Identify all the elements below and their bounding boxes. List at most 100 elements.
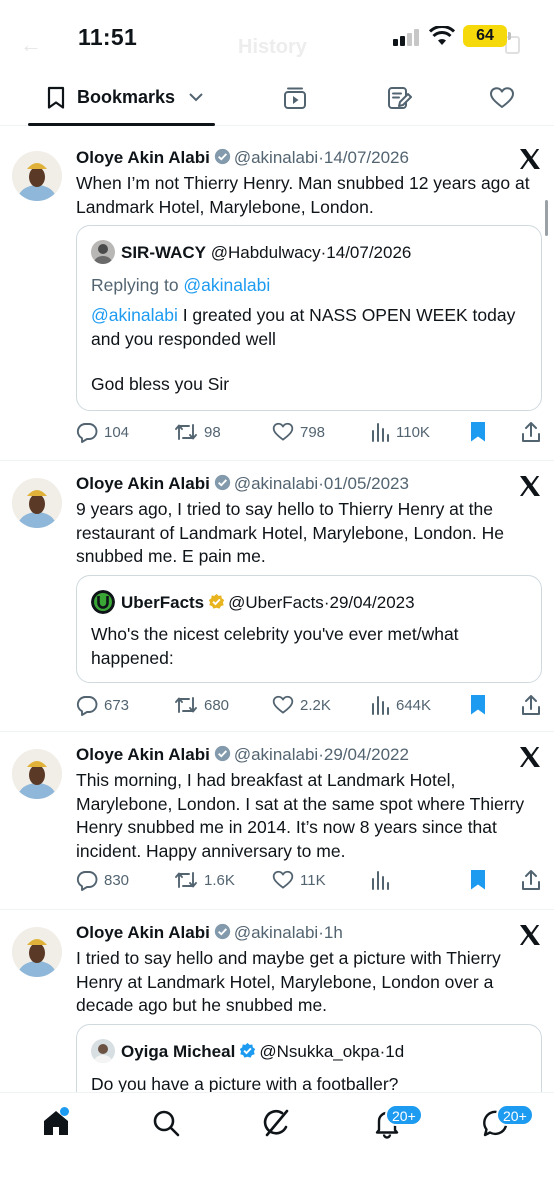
tweet-actions: 104 98 798 110K <box>76 419 546 445</box>
tweet[interactable]: Oloye Akin Alabi @akinalabi·29/04/2022 Th… <box>0 732 554 910</box>
quoted-tweet[interactable]: SIR-WACY @Habdulwacy·14/07/2026 Replying… <box>76 225 542 411</box>
tweet[interactable]: Oloye Akin Alabi @akinalabi·01/05/2023 9 … <box>0 461 554 732</box>
quote-header: Oyiga Micheal @Nsukka_okpa·1d <box>91 1039 404 1063</box>
battery-indicator: 64 <box>463 25 507 47</box>
quote-header: UberFacts @UberFacts·29/04/2023 <box>91 590 415 614</box>
quote-text: @akinalabi I greated you at NASS OPEN WE… <box>91 304 531 351</box>
author-handle[interactable]: @akinalabi <box>234 745 318 764</box>
repost-button[interactable]: 1.6K <box>174 867 235 893</box>
quote-date: 29/04/2023 <box>329 593 415 612</box>
author-name[interactable]: Oloye Akin Alabi <box>76 474 210 493</box>
like-count: 11K <box>300 871 326 889</box>
reply-count: 673 <box>104 696 130 714</box>
mention-link[interactable]: @akinalabi <box>91 305 178 325</box>
verified-gray-icon <box>214 923 230 940</box>
quote-author-handle: @UberFacts <box>228 593 324 612</box>
reply-button[interactable]: 830 <box>76 867 129 893</box>
tab-bookmarks[interactable]: Bookmarks <box>28 70 215 126</box>
tweet-date[interactable]: 29/04/2022 <box>324 745 409 764</box>
like-button[interactable]: 11K <box>272 867 326 893</box>
reply-icon <box>76 423 98 443</box>
tab-notes-icon[interactable] <box>386 85 412 111</box>
views-icon <box>372 696 389 715</box>
author-handle[interactable]: @akinalabi <box>234 474 318 493</box>
scrollbar[interactable] <box>545 200 548 236</box>
verified-blue-icon <box>240 1042 256 1058</box>
tab-video-icon[interactable] <box>282 85 308 111</box>
search-icon[interactable] <box>150 1107 182 1139</box>
reply-button[interactable]: 104 <box>76 419 129 445</box>
avatar[interactable] <box>12 478 62 528</box>
notifications-badge: 20+ <box>385 1104 423 1126</box>
tab-likes-icon[interactable] <box>489 85 515 111</box>
repost-count: 98 <box>204 423 221 441</box>
quote-author-name: UberFacts <box>121 593 205 612</box>
share-icon[interactable] <box>520 419 542 445</box>
bookmark-filled-icon[interactable] <box>468 867 488 893</box>
x-logo-icon <box>520 925 540 945</box>
avatar[interactable] <box>12 151 62 201</box>
tweet[interactable]: Oloye Akin Alabi @akinalabi·14/07/2026 Wh… <box>0 134 554 461</box>
repost-icon <box>175 424 197 440</box>
like-button[interactable]: 2.2K <box>272 692 331 718</box>
tweet-header: Oloye Akin Alabi @akinalabi·1h <box>76 923 343 943</box>
heart-icon <box>272 695 294 714</box>
quote-text-line2: God bless you Sir <box>91 374 230 394</box>
views-icon <box>372 871 389 890</box>
heart-icon <box>272 422 294 441</box>
avatar[interactable] <box>12 927 62 977</box>
verified-gold-icon <box>208 593 225 609</box>
x-logo-icon <box>520 747 540 767</box>
quote-text: Do you have a picture with a footballer? <box>91 1074 399 1092</box>
share-icon[interactable] <box>520 867 542 893</box>
quoted-tweet[interactable]: Oyiga Micheal @Nsukka_okpa·1d Do you have… <box>76 1024 542 1092</box>
tweet-date[interactable]: 01/05/2023 <box>324 474 409 493</box>
back-arrow-icon: ← <box>20 32 42 57</box>
views-button[interactable] <box>370 867 396 893</box>
view-count: 644K <box>396 696 432 714</box>
reply-button[interactable]: 673 <box>76 692 129 718</box>
views-button[interactable]: 110K <box>370 419 430 445</box>
tweet-actions: 673 680 2.2K 644K <box>76 692 546 718</box>
verified-gray-icon <box>214 148 230 165</box>
bookmarks-feed: Oloye Akin Alabi @akinalabi·14/07/2026 Wh… <box>0 134 554 1092</box>
like-button[interactable]: 798 <box>272 419 325 445</box>
wifi-icon <box>429 26 455 45</box>
quote-date: 1d <box>385 1042 405 1061</box>
tweet[interactable]: Oloye Akin Alabi @akinalabi·1h I tried to… <box>0 910 554 1092</box>
bookmark-filled-icon[interactable] <box>468 419 488 445</box>
quote-text: Who's the nicest celebrity you've ever m… <box>91 624 459 668</box>
author-handle[interactable]: @akinalabi <box>234 148 318 167</box>
tweet-text: 9 years ago, I tried to say hello to Thi… <box>76 499 505 566</box>
repost-button[interactable]: 98 <box>174 419 221 445</box>
tweet-date[interactable]: 1h <box>324 923 343 942</box>
chevron-down-icon[interactable] <box>188 90 204 104</box>
tweet-header: Oloye Akin Alabi @akinalabi·01/05/2023 <box>76 474 409 494</box>
repost-button[interactable]: 680 <box>174 692 229 718</box>
quote-header: SIR-WACY @Habdulwacy·14/07/2026 <box>91 240 411 264</box>
bookmark-filled-icon[interactable] <box>468 692 488 718</box>
quote-author-handle: @Nsukka_okpa <box>259 1042 380 1061</box>
share-icon[interactable] <box>520 692 542 718</box>
reply-count: 830 <box>104 871 130 889</box>
author-name[interactable]: Oloye Akin Alabi <box>76 923 210 942</box>
tab-bookmarks-label: Bookmarks <box>77 87 176 107</box>
grok-icon[interactable] <box>260 1107 292 1139</box>
author-name[interactable]: Oloye Akin Alabi <box>76 745 210 764</box>
battery-tip <box>508 32 511 40</box>
author-handle[interactable]: @akinalabi <box>234 923 318 942</box>
heart-icon <box>272 870 294 889</box>
views-button[interactable]: 644K <box>370 692 431 718</box>
active-tab-indicator <box>28 123 215 126</box>
reply-icon <box>76 696 98 716</box>
reply-count: 104 <box>104 423 130 441</box>
quote-author-name: Oyiga Micheal <box>121 1042 236 1061</box>
avatar[interactable] <box>12 749 62 799</box>
views-icon <box>372 423 389 442</box>
replying-handle-link[interactable]: @akinalabi <box>183 275 270 295</box>
clock: 11:51 <box>78 24 138 50</box>
x-logo-icon <box>520 149 540 169</box>
quoted-tweet[interactable]: UberFacts @UberFacts·29/04/2023 Who's the… <box>76 575 542 683</box>
tweet-date[interactable]: 14/07/2026 <box>324 148 409 167</box>
author-name[interactable]: Oloye Akin Alabi <box>76 148 210 167</box>
